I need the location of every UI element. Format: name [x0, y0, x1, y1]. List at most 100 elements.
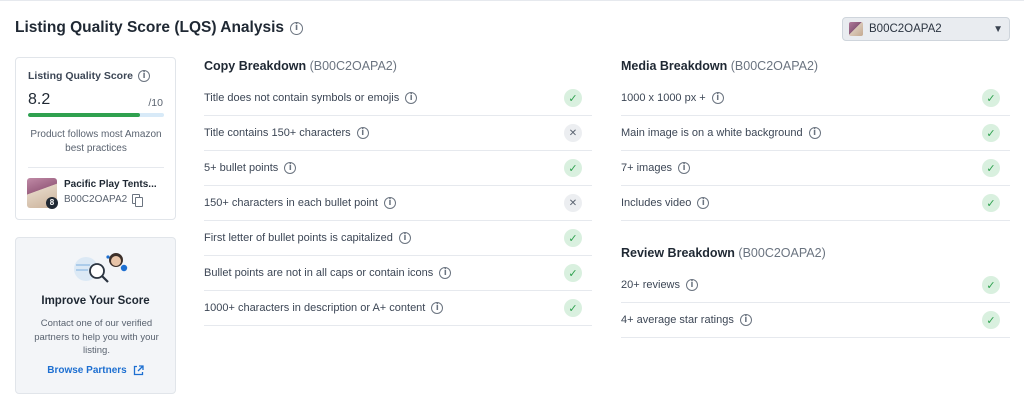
info-icon[interactable]: i	[398, 232, 411, 244]
product-thumbnail	[849, 22, 863, 36]
product-name[interactable]: Pacific Play Tents...	[64, 179, 157, 190]
info-icon[interactable]: i	[808, 127, 821, 139]
media-breakdown-title: Media Breakdown (B00C2OAPA2)	[621, 59, 818, 73]
checkmark-icon: ✓	[982, 89, 1000, 107]
info-icon[interactable]: i	[284, 162, 297, 174]
checklist-row-label: Title contains 150+ characters i	[204, 127, 564, 139]
info-icon[interactable]: i	[431, 302, 444, 314]
magnifier-illustration-icon	[74, 253, 128, 283]
checklist-row: 1000+ characters in description or A+ co…	[204, 291, 592, 326]
checklist-row-label: Includes video i	[621, 197, 982, 209]
info-icon[interactable]: i	[138, 70, 151, 82]
media-asin-code: (B00C2OAPA2)	[730, 59, 819, 73]
browse-partners-link[interactable]: Browse Partners	[16, 365, 175, 376]
checkmark-icon: ✓	[564, 159, 582, 177]
info-icon[interactable]: i	[711, 92, 724, 104]
info-icon[interactable]: i	[405, 92, 418, 104]
checklist-row-label: First letter of bullet points is capital…	[204, 232, 564, 244]
x-icon: ✕	[564, 194, 582, 212]
info-icon[interactable]: i	[678, 162, 691, 174]
checklist-row-label: 5+ bullet points i	[204, 162, 564, 174]
checklist-row-label: Bullet points are not in all caps or con…	[204, 267, 564, 279]
info-icon[interactable]: i	[686, 279, 699, 291]
checkmark-icon: ✓	[982, 159, 1000, 177]
checklist-row-text: Main image is on a white background	[621, 127, 803, 139]
checkmark-icon: ✓	[564, 264, 582, 282]
checklist-row: 4+ average star ratings i ✓	[621, 303, 1010, 338]
checkmark-icon: ✓	[564, 299, 582, 317]
media-title-text: Media Breakdown	[621, 59, 728, 73]
checkmark-icon: ✓	[982, 194, 1000, 212]
info-icon[interactable]: i	[356, 127, 369, 139]
checklist-row: Includes video i ✓	[621, 186, 1010, 221]
x-icon: ✕	[564, 124, 582, 142]
info-icon[interactable]: i	[383, 197, 396, 209]
copy-title-text: Copy Breakdown	[204, 59, 307, 73]
improve-score-heading: Improve Your Score	[41, 295, 150, 307]
info-icon[interactable]: i	[697, 197, 710, 209]
improve-score-body: Contact one of our verified partners to …	[34, 318, 159, 356]
checklist-row-text: 20+ reviews	[621, 279, 681, 291]
checklist-row-text: Bullet points are not in all caps or con…	[204, 267, 434, 279]
page-title: Listing Quality Score (LQS) Analysis i	[15, 19, 304, 37]
score-card: Listing Quality Score i 8.2 /10 Product …	[15, 57, 176, 220]
checklist-row-text: 150+ characters in each bullet point	[204, 197, 378, 209]
copy-breakdown-title: Copy Breakdown (B00C2OAPA2)	[204, 59, 397, 73]
score-badge: 8	[46, 197, 58, 209]
checklist-row: Bullet points are not in all caps or con…	[204, 256, 592, 291]
checklist-row-label: 20+ reviews i	[621, 279, 982, 291]
checklist-row-text: 4+ average star ratings	[621, 314, 734, 326]
checklist-row: 5+ bullet points i ✓	[204, 151, 592, 186]
checklist-row-text: Includes video	[621, 197, 692, 209]
score-label-text: Listing Quality Score	[28, 70, 134, 82]
checklist-row: First letter of bullet points is capital…	[204, 221, 592, 256]
review-breakdown-title: Review Breakdown (B00C2OAPA2)	[621, 246, 826, 260]
checklist-row-text: Title contains 150+ characters	[204, 127, 351, 139]
checklist-row-text: 5+ bullet points	[204, 162, 279, 174]
info-icon[interactable]: i	[290, 21, 304, 35]
score-label: Listing Quality Score i	[28, 70, 151, 82]
score-progress-fill	[28, 113, 140, 117]
checklist-row-label: 7+ images i	[621, 162, 982, 174]
top-divider	[0, 0, 1024, 1]
divider	[28, 167, 164, 168]
checklist-row: 1000 x 1000 px + i ✓	[621, 81, 1010, 116]
checklist-row-text: First letter of bullet points is capital…	[204, 232, 393, 244]
checklist-row: 7+ images i ✓	[621, 151, 1010, 186]
checklist-row-text: Title does not contain symbols or emojis	[204, 92, 400, 104]
chevron-down-icon: ▼	[993, 23, 1003, 35]
score-progress-bar	[28, 113, 164, 117]
checklist-row-label: 1000+ characters in description or A+ co…	[204, 302, 564, 314]
checklist-row-label: Title does not contain symbols or emojis…	[204, 92, 564, 104]
checkmark-icon: ✓	[982, 124, 1000, 142]
checkmark-icon: ✓	[564, 89, 582, 107]
checklist-row: Title contains 150+ characters i ✕	[204, 116, 592, 151]
checkmark-icon: ✓	[982, 276, 1000, 294]
product-asin-text: B00C2OAPA2	[64, 194, 128, 205]
info-icon[interactable]: i	[739, 314, 752, 326]
checklist-row-label: Main image is on a white background i	[621, 127, 982, 139]
checklist-row-label: 150+ characters in each bullet point i	[204, 197, 564, 209]
checklist-row: Title does not contain symbols or emojis…	[204, 81, 592, 116]
checklist-row: Main image is on a white background i ✓	[621, 116, 1010, 151]
external-link-icon	[133, 365, 144, 376]
score-value: 8.2	[28, 91, 51, 108]
checklist-row: 150+ characters in each bullet point i ✕	[204, 186, 592, 221]
checklist-row-label: 1000 x 1000 px + i	[621, 92, 982, 104]
review-asin-code: (B00C2OAPA2)	[738, 246, 826, 260]
browse-partners-text[interactable]: Browse Partners	[47, 365, 126, 376]
info-icon[interactable]: i	[439, 267, 452, 279]
copy-icon[interactable]	[132, 194, 144, 207]
checklist-row: 20+ reviews i ✓	[621, 268, 1010, 303]
checklist-row-text: 1000+ characters in description or A+ co…	[204, 302, 426, 314]
product-asin: B00C2OAPA2	[64, 194, 144, 207]
review-title-text: Review Breakdown	[621, 246, 735, 260]
checklist-row-text: 7+ images	[621, 162, 673, 174]
asin-select[interactable]: B00C2OAPA2 ▼	[842, 17, 1010, 41]
checklist-row-text: 1000 x 1000 px +	[621, 92, 706, 104]
score-max: /10	[148, 97, 163, 109]
copy-asin-code: (B00C2OAPA2)	[309, 59, 397, 73]
improve-score-card: Improve Your Score Contact one of our ve…	[15, 237, 176, 394]
score-description: Product follows most Amazon best practic…	[30, 129, 162, 154]
page-title-text: Listing Quality Score (LQS) Analysis	[15, 19, 285, 36]
